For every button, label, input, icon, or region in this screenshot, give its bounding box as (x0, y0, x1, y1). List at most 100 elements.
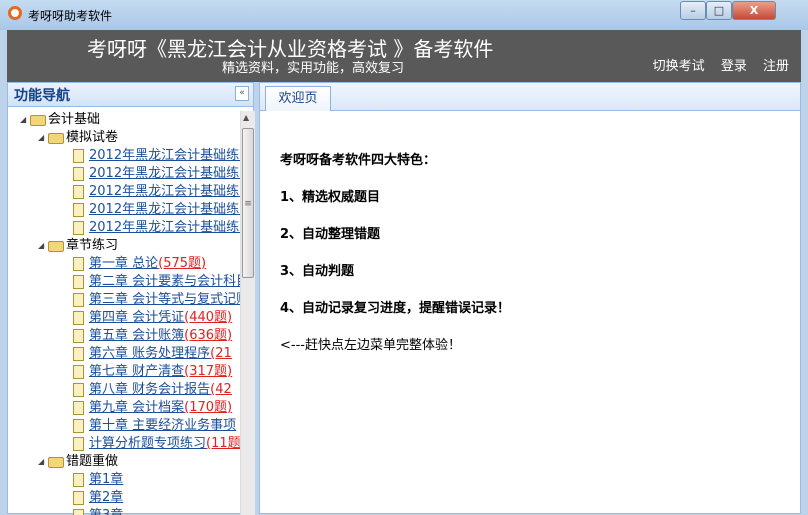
tree-item[interactable]: 第八章 财务会计报告(42 (8, 381, 240, 399)
tree-item[interactable]: 第四章 会计凭证(440题) (8, 309, 240, 327)
tree-link[interactable]: 第2章 (89, 489, 123, 507)
item-label: 第六章 账务处理程序 (89, 346, 211, 361)
question-count: (21 (210, 346, 232, 361)
login-link[interactable]: 登录 (721, 59, 747, 74)
document-icon (73, 203, 84, 217)
folder-label: 模拟试卷 (66, 130, 119, 145)
tree-item[interactable]: 计算分析题专项练习(11题 (8, 435, 240, 453)
tree-item[interactable]: 第六章 账务处理程序(21 (8, 345, 240, 363)
welcome-content: 考呀呀备考软件四大特色： 1、精选权威题目 2、自动整理错题 3、自动判题 4、… (280, 149, 510, 353)
tree-item[interactable]: 2012年黑龙江会计基础练习 (8, 201, 240, 219)
item-label: 2012年黑龙江会计基础练习 (89, 184, 240, 199)
tree-item[interactable]: 第七章 财产清查(317题) (8, 363, 240, 381)
tree-item[interactable]: 2012年黑龙江会计基础练习 (8, 183, 240, 201)
tree-link[interactable]: 第七章 财产清查(317题) (89, 363, 232, 381)
question-count: (42 (210, 382, 232, 397)
folder-icon (30, 115, 46, 126)
scroll-thumb[interactable]: ≡ (242, 128, 254, 278)
register-link[interactable]: 注册 (763, 59, 789, 74)
app-icon (8, 6, 22, 20)
question-count: (575题) (158, 256, 207, 271)
tab-welcome[interactable]: 欢迎页 (265, 86, 331, 111)
tree-link[interactable]: 第三章 会计等式与复式记账 (89, 291, 240, 309)
document-icon (73, 293, 84, 307)
document-icon (73, 383, 84, 397)
expand-arrow-icon[interactable]: ◢ (20, 111, 26, 129)
tree-link[interactable]: 2012年黑龙江会计基础练习 (89, 165, 240, 183)
title-bar: 考呀呀助考软件 – □ X (0, 0, 808, 30)
item-label: 2012年黑龙江会计基础练习 (89, 202, 240, 217)
tree-item[interactable]: 第1章 (8, 471, 240, 489)
tree-link[interactable]: 第十章 主要经济业务事项 (89, 417, 236, 435)
feature-item: 3、自动判题 (280, 264, 355, 279)
tree-link[interactable]: 第二章 会计要素与会计科目 (89, 273, 240, 291)
tree-item[interactable]: 第2章 (8, 489, 240, 507)
folder-label: 章节练习 (66, 238, 119, 253)
folder-icon (48, 457, 64, 468)
item-label: 第四章 会计凭证 (89, 310, 185, 325)
expand-arrow-icon[interactable]: ◢ (38, 453, 44, 471)
tree-scrollbar[interactable]: ▲ ≡ (240, 111, 255, 515)
tree-item[interactable]: 第五章 会计账簿(636题) (8, 327, 240, 345)
item-label: 第1章 (89, 472, 124, 487)
folder-label: 会计基础 (48, 112, 101, 127)
folder-icon (48, 241, 64, 252)
tab-bar: 欢迎页 (260, 83, 800, 111)
tree-link[interactable]: 2012年黑龙江会计基础练习 (89, 147, 240, 165)
tree-folder[interactable]: ◢ 模拟试卷 (8, 129, 240, 147)
question-count: (170题) (184, 400, 233, 415)
question-count: (317题) (184, 364, 233, 379)
tree-link[interactable]: 第四章 会计凭证(440题) (89, 309, 232, 327)
item-label: 第七章 财产清查 (89, 364, 185, 379)
minimize-button[interactable]: – (680, 1, 706, 20)
nav-panel: 功能导航 « ◢ 会计基础 ◢ 模拟试卷 2012年黑龙江会计基础练习 2012年黑龙江会… (7, 82, 255, 515)
tree-folder[interactable]: ◢ 会计基础 (8, 111, 240, 129)
tree-item[interactable]: 第一章 总论(575题) (8, 255, 240, 273)
tree-item[interactable]: 2012年黑龙江会计基础练习 (8, 147, 240, 165)
features-title: 考呀呀备考软件四大特色： (280, 153, 437, 168)
tree-link[interactable]: 第六章 账务处理程序(21 (89, 345, 232, 363)
tree-folder[interactable]: ◢ 章节练习 (8, 237, 240, 255)
document-icon (73, 149, 84, 163)
tree-item[interactable]: 第十章 主要经济业务事项 (8, 417, 240, 435)
tree-link[interactable]: 2012年黑龙江会计基础练习 (89, 219, 240, 237)
document-icon (73, 329, 84, 343)
collapse-icon[interactable]: « (235, 86, 249, 101)
document-icon (73, 185, 84, 199)
tree-item[interactable]: 第二章 会计要素与会计科目 (8, 273, 240, 291)
tree-item[interactable]: 2012年黑龙江会计基础练习 (8, 165, 240, 183)
item-label: 第五章 会计账簿 (89, 328, 185, 343)
document-icon (73, 491, 84, 505)
tree-item[interactable]: 第九章 会计档案(170题) (8, 399, 240, 417)
tree-link[interactable]: 第1章 (89, 471, 123, 489)
item-label: 第2章 (89, 490, 124, 505)
maximize-button[interactable]: □ (706, 1, 732, 20)
app-header: 考呀呀《黑龙江会计从业资格考试 》备考软件 精选资料，实用功能，高效复习 切换考… (7, 30, 801, 82)
tree-link[interactable]: 第五章 会计账簿(636题) (89, 327, 232, 345)
close-button[interactable]: X (732, 1, 776, 20)
item-label: 第三章 会计等式与复式记账 (89, 292, 240, 307)
document-icon (73, 365, 84, 379)
switch-exam-link[interactable]: 切换考试 (653, 59, 705, 74)
item-label: 第九章 会计档案 (89, 400, 185, 415)
tree-link[interactable]: 第八章 财务会计报告(42 (89, 381, 232, 399)
tree-link[interactable]: 第一章 总论(575题) (89, 255, 206, 273)
feature-item: 1、精选权威题目 (280, 190, 381, 205)
item-label: 第八章 财务会计报告 (89, 382, 211, 397)
tree-item[interactable]: 2012年黑龙江会计基础练习 (8, 219, 240, 237)
tree-link[interactable]: 2012年黑龙江会计基础练习 (89, 183, 240, 201)
document-icon (73, 509, 84, 515)
tree-link[interactable]: 计算分析题专项练习(11题 (89, 435, 240, 453)
item-label: 2012年黑龙江会计基础练习 (89, 148, 240, 163)
scroll-up-icon[interactable]: ▲ (243, 113, 249, 122)
window-title: 考呀呀助考软件 (28, 9, 113, 23)
tree-folder[interactable]: ◢ 错题重做 (8, 453, 240, 471)
tree-link[interactable]: 2012年黑龙江会计基础练习 (89, 201, 240, 219)
item-label: 2012年黑龙江会计基础练习 (89, 220, 240, 235)
tree-item[interactable]: 第三章 会计等式与复式记账 (8, 291, 240, 309)
tree-link[interactable]: 第九章 会计档案(170题) (89, 399, 232, 417)
expand-arrow-icon[interactable]: ◢ (38, 237, 44, 255)
expand-arrow-icon[interactable]: ◢ (38, 129, 44, 147)
document-icon (73, 347, 84, 361)
question-count: (440题) (184, 310, 233, 325)
